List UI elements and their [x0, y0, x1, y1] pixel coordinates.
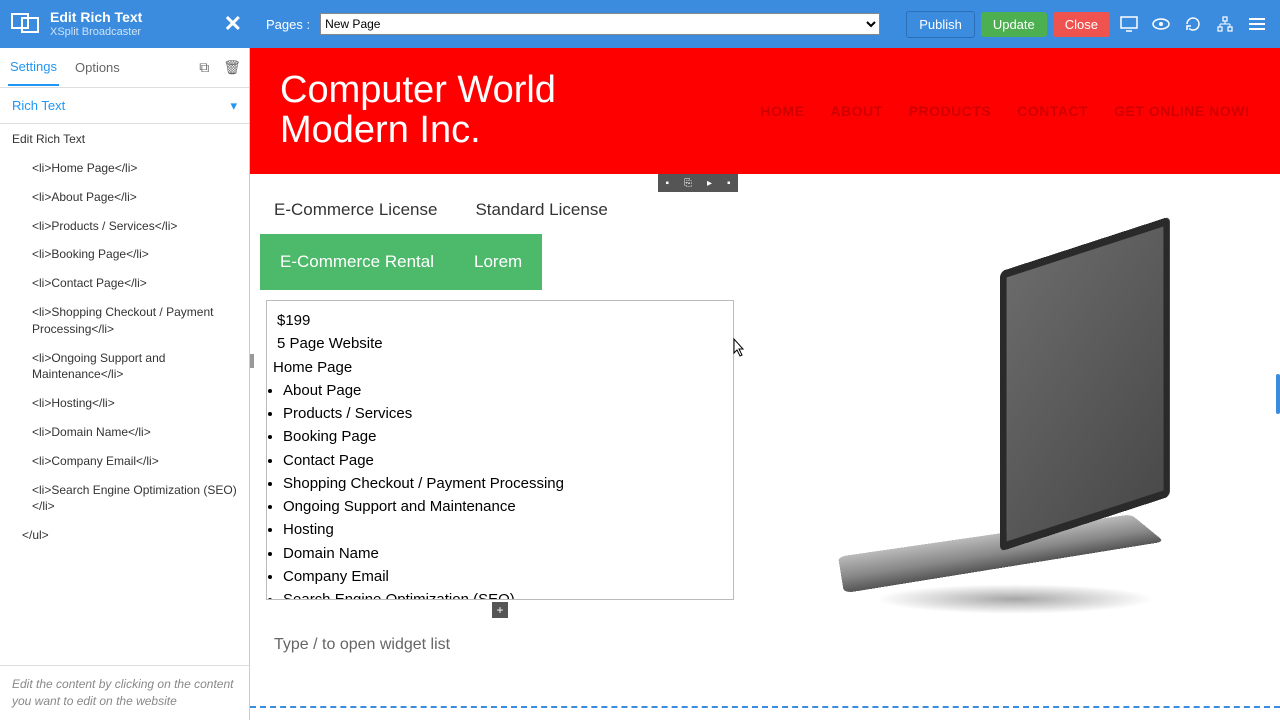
trash-icon[interactable]: 🗑 — [223, 59, 241, 76]
nav-home[interactable]: HOME — [760, 103, 804, 119]
nav-products[interactable]: PRODUCTS — [909, 103, 992, 119]
logo-icon — [10, 10, 42, 39]
edit-rich-text-label: Edit Rich Text — [0, 124, 249, 154]
list-item: Contact Page — [283, 449, 723, 472]
list-item: Products / Services — [283, 402, 723, 425]
code-line[interactable]: <li>Hosting</li> — [12, 389, 237, 418]
site-title-line2: Modern Inc. — [280, 111, 556, 151]
code-editor[interactable]: <li>Home Page</li> <li>About Page</li> <… — [0, 154, 249, 665]
scroll-indicator[interactable] — [1276, 374, 1280, 414]
tool-icon[interactable]: ▪ — [727, 178, 731, 189]
publish-button[interactable]: Publish — [906, 11, 975, 38]
laptop-image — [845, 244, 1185, 624]
code-line[interactable]: <li>Booking Page</li> — [12, 240, 237, 269]
list-item: Booking Page — [283, 425, 723, 448]
product-content-box[interactable]: $199 5 Page Website Home Page About Page… — [266, 300, 734, 600]
code-line[interactable]: <li>Contact Page</li> — [12, 269, 237, 298]
nav-contact[interactable]: CONTACT — [1017, 103, 1088, 119]
code-line[interactable]: <li>Domain Name</li> — [12, 418, 237, 447]
code-line[interactable]: <li>Ongoing Support and Maintenance</li> — [12, 344, 237, 390]
tab-settings[interactable]: Settings — [8, 49, 59, 86]
panel-title: Edit Rich Text — [50, 10, 142, 25]
sidebar: Settings Options ⧉ 🗑 Rich Text ▾ Edit Ri… — [0, 48, 250, 720]
add-widget-button[interactable]: + — [492, 602, 508, 618]
canvas: Computer World Modern Inc. HOME ABOUT PR… — [250, 48, 1280, 720]
code-line[interactable]: <li>Products / Services</li> — [12, 212, 237, 241]
code-line[interactable]: <li>Search Engine Optimization (SEO)</li… — [12, 476, 237, 522]
product-line2: 5 Page Website — [277, 332, 723, 355]
list-item: About Page — [283, 379, 723, 402]
widget-hint: Type / to open widget list — [260, 618, 740, 672]
code-line[interactable]: <li>Company Email</li> — [12, 447, 237, 476]
tab-lorem[interactable]: Lorem — [454, 234, 542, 290]
panel-header: Edit Rich Text XSplit Broadcaster ✕ — [10, 10, 250, 39]
list-item: Ongoing Support and Maintenance — [283, 495, 723, 518]
menu-icon[interactable] — [1244, 11, 1270, 37]
rich-text-label: Rich Text — [12, 98, 65, 113]
code-line[interactable]: <li>Home Page</li> — [12, 154, 237, 183]
desktop-icon[interactable] — [1116, 11, 1142, 37]
chevron-down-icon: ▾ — [230, 98, 237, 114]
product-features-list: Home Page About Page Products / Services… — [273, 356, 723, 601]
content-row: ▪ ⎘ ▸ ▪ E-Commerce License Standard Lice… — [250, 174, 1280, 694]
tab-ecommerce-rental[interactable]: E-Commerce Rental — [260, 234, 454, 290]
close-button[interactable]: Close — [1053, 12, 1110, 37]
list-item: Domain Name — [283, 542, 723, 565]
sitemap-icon[interactable] — [1212, 11, 1238, 37]
code-line[interactable]: <li>Shopping Checkout / Payment Processi… — [12, 298, 237, 344]
rich-text-dropdown[interactable]: Rich Text ▾ — [0, 88, 249, 124]
help-text: Edit the content by clicking on the cont… — [0, 665, 249, 720]
list-item: Company Email — [283, 565, 723, 588]
sidebar-tabs: Settings Options ⧉ 🗑 — [0, 48, 249, 88]
widget-toolbar[interactable]: ▪ ⎘ ▸ ▪ — [658, 174, 738, 192]
tab-ecommerce-license[interactable]: E-Commerce License — [274, 200, 437, 220]
tool-icon[interactable]: ▪ — [665, 178, 669, 189]
code-line[interactable]: </ul> — [12, 521, 237, 550]
refresh-icon[interactable] — [1180, 11, 1206, 37]
tab-standard-license[interactable]: Standard License — [475, 200, 607, 220]
pages-select[interactable]: New Page — [320, 13, 880, 35]
list-item: Hosting — [283, 518, 723, 541]
site-nav: HOME ABOUT PRODUCTS CONTACT GET ONLINE N… — [760, 103, 1250, 119]
eye-icon[interactable] — [1148, 11, 1174, 37]
update-button[interactable]: Update — [981, 12, 1047, 37]
topbar-actions: Publish Update Close — [906, 11, 1270, 38]
tab-options[interactable]: Options — [73, 50, 122, 85]
nav-about[interactable]: ABOUT — [830, 103, 882, 119]
code-line[interactable]: <li>About Page</li> — [12, 183, 237, 212]
list-item: Shopping Checkout / Payment Processing — [283, 472, 723, 495]
site-title-line1: Computer World — [280, 71, 556, 111]
copy-icon[interactable]: ⧉ — [199, 59, 209, 76]
list-item: Home Page — [273, 356, 723, 379]
nav-getonline[interactable]: GET ONLINE NOW! — [1114, 103, 1250, 119]
tool-icon[interactable]: ⎘ — [684, 178, 692, 189]
tool-icon[interactable]: ▸ — [707, 178, 712, 189]
pages-label: Pages : — [266, 17, 310, 32]
site-header: Computer World Modern Inc. HOME ABOUT PR… — [250, 48, 1280, 174]
resize-handle-left[interactable] — [250, 354, 254, 368]
section-divider — [250, 706, 1280, 708]
site-title: Computer World Modern Inc. — [280, 71, 556, 151]
content-left: ▪ ⎘ ▸ ▪ E-Commerce License Standard Lice… — [250, 174, 750, 694]
top-bar: Edit Rich Text XSplit Broadcaster ✕ Page… — [0, 0, 1280, 48]
product-tabs-row2: E-Commerce Rental Lorem — [260, 234, 740, 290]
list-item: Search Engine Optimization (SEO) — [283, 588, 723, 600]
content-right — [750, 174, 1280, 694]
close-panel-icon[interactable]: ✕ — [216, 11, 250, 37]
panel-subtitle: XSplit Broadcaster — [50, 26, 142, 38]
product-price: $199 — [277, 309, 723, 332]
